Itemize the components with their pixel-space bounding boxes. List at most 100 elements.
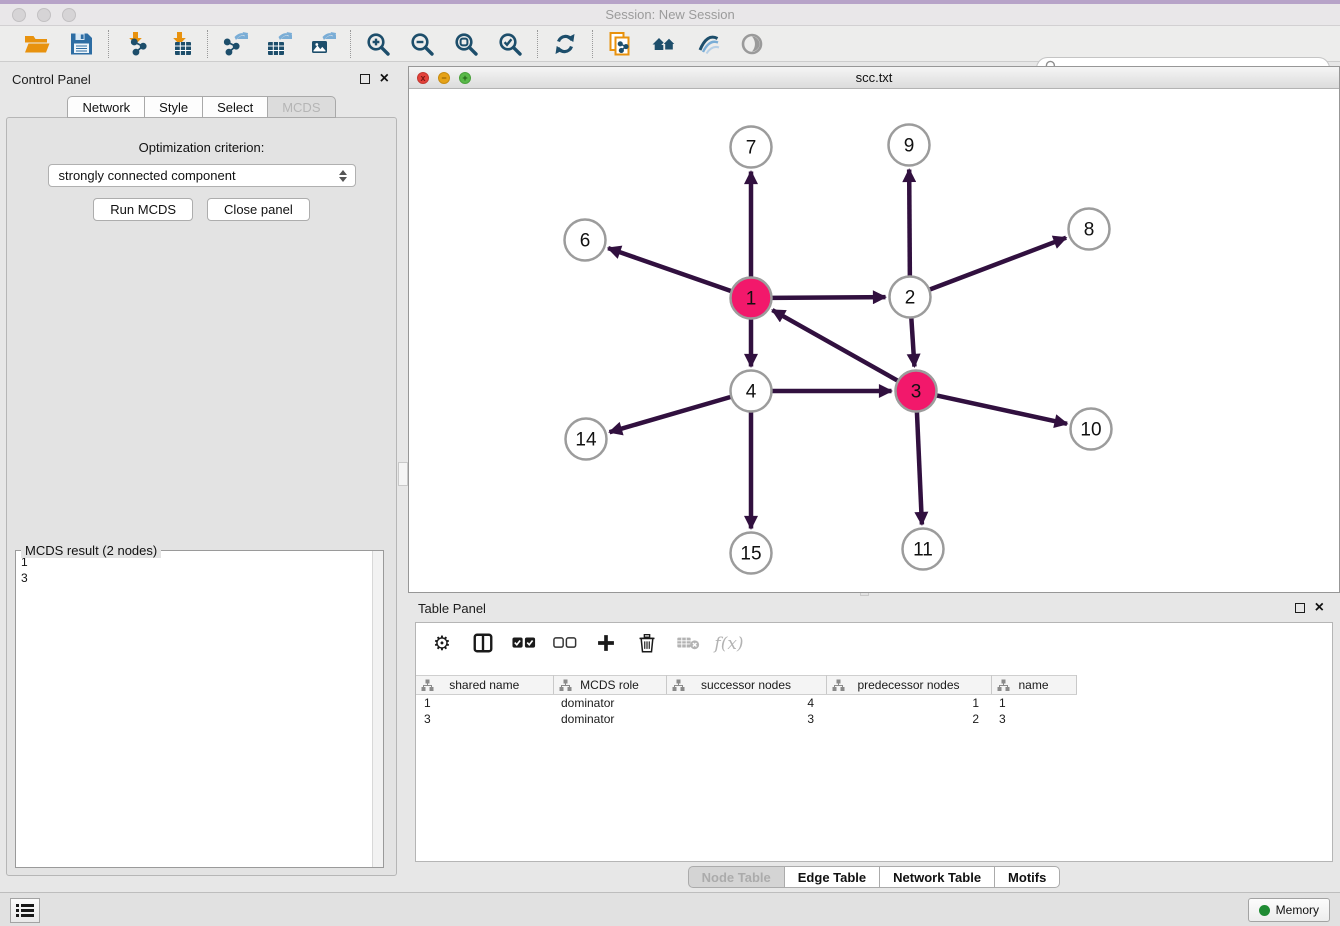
control-tab-style[interactable]: Style — [144, 96, 202, 118]
network-canvas[interactable]: 7 9 6 8 1 2 4 3 14 10 15 11 — [409, 89, 1339, 592]
neighbor-houses-icon — [651, 31, 677, 57]
column-header-name[interactable]: name — [991, 676, 1076, 695]
table-panel-float-icon[interactable] — [1295, 603, 1305, 613]
export-table-button[interactable] — [265, 30, 293, 58]
zoom-in-button[interactable] — [364, 30, 392, 58]
task-history-button[interactable] — [10, 898, 40, 923]
control-panel-close-icon[interactable]: × — [380, 74, 389, 84]
visual-style-swoosh-button[interactable] — [694, 30, 722, 58]
graph-node-1[interactable]: 1 — [731, 278, 772, 319]
zoom-selected-button[interactable] — [496, 30, 524, 58]
copy-network-button[interactable] — [606, 30, 634, 58]
table-panel-close-icon[interactable]: × — [1315, 603, 1324, 613]
table-tab-node-table[interactable]: Node Table — [688, 866, 784, 888]
network-frame-titlebar[interactable]: x − + scc.txt — [409, 67, 1339, 89]
mcds-result-scrollbar[interactable] — [372, 551, 383, 867]
copy-network-icon — [607, 31, 633, 57]
column-header-MCDS-role[interactable]: MCDS role — [553, 676, 666, 695]
save-session-button[interactable] — [67, 30, 95, 58]
add-column-button[interactable] — [593, 631, 619, 657]
memory-button[interactable]: Memory — [1248, 898, 1330, 922]
svg-text:3: 3 — [911, 382, 922, 403]
svg-text:8: 8 — [1084, 220, 1095, 241]
graph-node-7[interactable]: 7 — [731, 127, 772, 168]
node-table[interactable]: shared nameMCDS rolesuccessor nodes prede… — [416, 675, 1092, 727]
column-header-predecessor-nodes[interactable]: predecessor nodes — [826, 676, 991, 695]
criterion-dropdown[interactable]: strongly connected component — [48, 164, 356, 187]
settings-gear-button[interactable]: ⚙ — [429, 631, 455, 657]
function-builder-fx-icon: f(x) — [714, 634, 743, 654]
graph-node-14[interactable]: 14 — [566, 419, 607, 460]
refresh-layout-icon — [552, 31, 578, 57]
zoom-fit-button[interactable] — [452, 30, 480, 58]
birdseye-eye-button[interactable] — [738, 30, 766, 58]
table-cell[interactable]: dominator — [553, 711, 666, 727]
open-session-button[interactable] — [23, 30, 51, 58]
select-all-checked-icon — [512, 637, 536, 652]
column-header-label: predecessor nodes — [857, 678, 959, 692]
table-cell[interactable]: 4 — [666, 695, 826, 711]
table-tab-network-table[interactable]: Network Table — [879, 866, 994, 888]
export-network-button[interactable] — [221, 30, 249, 58]
deselect-all-unchecked-button[interactable] — [552, 631, 578, 657]
table-tab-edge-table[interactable]: Edge Table — [784, 866, 879, 888]
table-cell[interactable]: 2 — [826, 711, 991, 727]
import-table-button[interactable] — [166, 30, 194, 58]
graph-node-10[interactable]: 10 — [1071, 409, 1112, 450]
zoom-out-button[interactable] — [408, 30, 436, 58]
graph-edge-3-11[interactable] — [917, 411, 922, 524]
zoom-selected-icon — [497, 31, 523, 57]
graph-node-4[interactable]: 4 — [731, 371, 772, 412]
graph-node-9[interactable]: 9 — [889, 125, 930, 166]
table-cell[interactable]: 3 — [666, 711, 826, 727]
refresh-layout-button[interactable] — [551, 30, 579, 58]
table-cell[interactable]: 1 — [416, 695, 553, 711]
table-cell[interactable]: 1 — [991, 695, 1076, 711]
table-cell[interactable]: dominator — [553, 695, 666, 711]
add-column-icon — [596, 633, 616, 656]
open-session-icon — [24, 31, 50, 57]
table-row[interactable]: 1dominator411 — [416, 695, 1092, 711]
table-cell[interactable]: 3 — [416, 711, 553, 727]
control-panel-title: Control Panel — [12, 72, 91, 87]
graph-node-2[interactable]: 2 — [890, 277, 931, 318]
column-header-successor-nodes[interactable]: successor nodes — [666, 676, 826, 695]
graph-edge-1-2[interactable] — [771, 297, 885, 298]
export-image-button[interactable] — [309, 30, 337, 58]
control-tab-network[interactable]: Network — [67, 96, 144, 118]
column-layout-button[interactable] — [470, 631, 496, 657]
neighbor-houses-button[interactable] — [650, 30, 678, 58]
column-layout-icon — [472, 632, 494, 657]
table-cell[interactable]: 1 — [826, 695, 991, 711]
graph-node-8[interactable]: 8 — [1069, 209, 1110, 250]
graph-node-11[interactable]: 11 — [903, 529, 944, 570]
graph-edge-2-8[interactable] — [929, 238, 1066, 290]
column-header-label: name — [1018, 678, 1048, 692]
graph-node-3[interactable]: 3 — [896, 371, 937, 412]
column-header-shared-name[interactable]: shared name — [416, 676, 553, 695]
graph-edge-3-10[interactable] — [936, 395, 1067, 423]
control-tab-select[interactable]: Select — [202, 96, 267, 118]
graph-node-15[interactable]: 15 — [731, 533, 772, 574]
graph-edge-3-1[interactable] — [772, 310, 898, 381]
control-panel-float-icon[interactable] — [360, 74, 370, 84]
table-tab-motifs[interactable]: Motifs — [994, 866, 1060, 888]
table-cell[interactable]: 3 — [991, 711, 1076, 727]
dropdown-stepper-icon — [337, 170, 349, 182]
close-panel-button[interactable]: Close panel — [207, 198, 310, 221]
control-tab-mcds[interactable]: MCDS — [267, 96, 335, 118]
select-all-checked-button[interactable] — [511, 631, 537, 657]
graph-node-6[interactable]: 6 — [565, 220, 606, 261]
delete-column-trash-icon — [637, 632, 657, 657]
table-tabs: Node TableEdge TableNetwork TableMotifs — [408, 866, 1340, 888]
import-network-button[interactable] — [122, 30, 150, 58]
graph-edge-4-14[interactable] — [610, 397, 732, 432]
run-mcds-button[interactable]: Run MCDS — [93, 198, 193, 221]
graph-edge-2-3[interactable] — [911, 317, 914, 366]
table-row[interactable]: 3dominator323 — [416, 711, 1092, 727]
svg-text:14: 14 — [575, 430, 597, 451]
delete-column-trash-button[interactable] — [634, 631, 660, 657]
vertical-splitter-handle[interactable] — [398, 462, 408, 486]
graph-edge-2-9[interactable] — [909, 169, 910, 276]
graph-edge-1-6[interactable] — [608, 248, 732, 291]
